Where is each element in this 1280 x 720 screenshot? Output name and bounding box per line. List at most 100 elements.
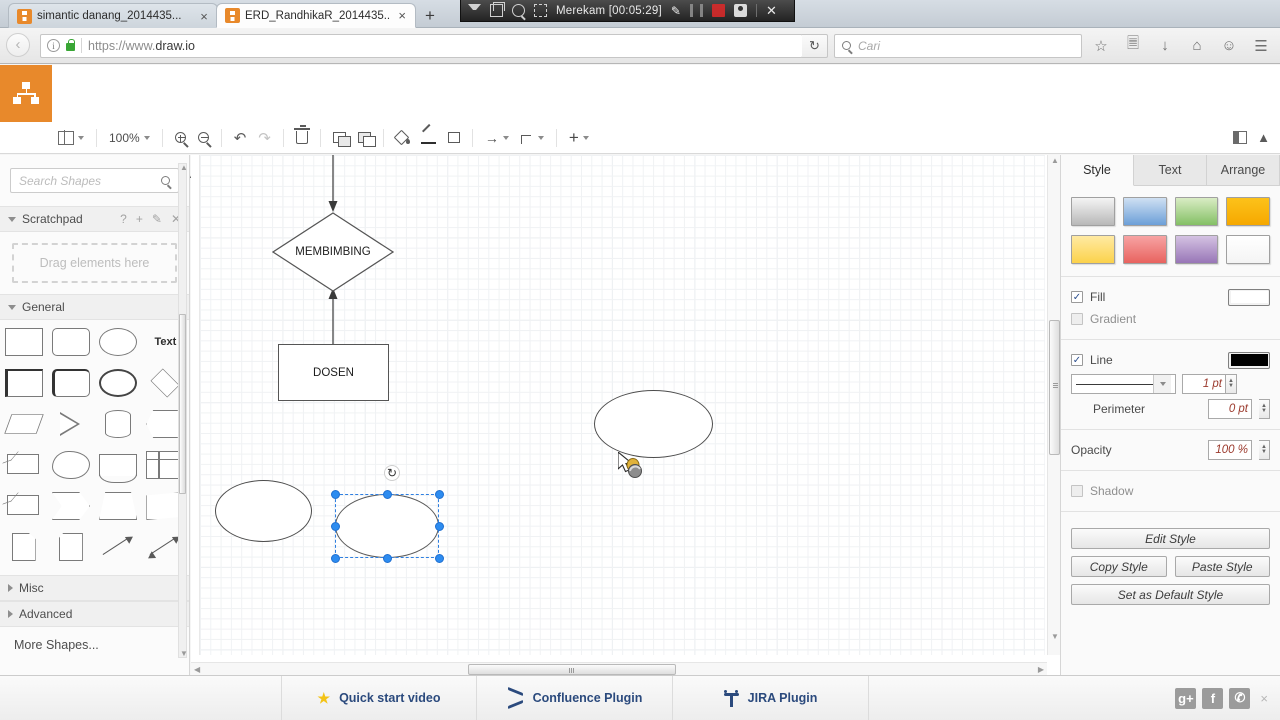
paste-style-button[interactable]: Paste Style — [1174, 556, 1270, 577]
edit-icon[interactable]: ✎ — [152, 212, 162, 226]
shape-line-arrow[interactable] — [99, 533, 137, 561]
swatch-gray[interactable] — [1071, 197, 1115, 226]
shape-arrow-shape[interactable] — [51, 492, 90, 520]
opacity-stepper[interactable]: ▲ ▼ — [1259, 440, 1270, 460]
shape-cloud[interactable] — [51, 451, 90, 479]
bookmark-star-icon[interactable]: ☆ — [1088, 33, 1114, 59]
tab-text[interactable]: Text — [1134, 155, 1207, 185]
node-membimbing[interactable]: MEMBIMBING — [272, 212, 394, 292]
node-ellipse-1[interactable] — [215, 480, 312, 542]
scroll-down-icon[interactable]: ▼ — [1051, 632, 1059, 641]
window-icon[interactable] — [490, 2, 505, 17]
opacity-input[interactable]: 100 % — [1208, 440, 1252, 460]
resize-handle-w[interactable] — [331, 522, 340, 531]
scroll-left-icon[interactable]: ◀ — [194, 665, 200, 674]
zoom-out-button[interactable] — [192, 123, 215, 153]
connection-style-button[interactable]: → — [479, 123, 515, 153]
add-icon[interactable]: + — [136, 212, 143, 226]
footer-confluence-plugin[interactable]: Confluence Plugin — [477, 676, 673, 720]
diagram-canvas-area[interactable]: MEMBIMBING DOSEN ↻ ▲ ▼ ◀ ▶ — [191, 155, 1060, 675]
scrollbar-thumb[interactable] — [179, 314, 186, 494]
scratchpad-dropzone[interactable]: Drag elements here — [12, 243, 177, 283]
line-width-stepper[interactable]: ▲ ▼ — [1226, 374, 1237, 394]
back-button[interactable]: ‹ — [6, 32, 32, 59]
library-icon[interactable]: 🗏 — [1120, 33, 1146, 59]
shape-ellipse-bold[interactable] — [99, 369, 138, 397]
footer-quick-start-video[interactable]: ★ Quick start video — [281, 676, 477, 720]
search-shapes-input[interactable]: Search Shapes — [10, 168, 179, 193]
line-color-button[interactable] — [415, 123, 442, 153]
shape-rectangle-bold[interactable] — [4, 369, 43, 397]
pages-button[interactable] — [52, 123, 90, 153]
search-icon[interactable] — [512, 4, 525, 17]
shape-page[interactable] — [5, 533, 43, 561]
scroll-up-icon[interactable]: ▲ — [180, 163, 188, 172]
google-plus-icon[interactable]: g+ — [1175, 687, 1197, 709]
canvas-horizontal-scrollbar[interactable]: ◀ ▶ — [191, 662, 1047, 675]
shadow-checkbox[interactable] — [1071, 485, 1083, 497]
copy-style-button[interactable]: Copy Style — [1071, 556, 1167, 577]
scroll-up-icon[interactable]: ▲ — [1051, 156, 1059, 165]
browser-tab-2[interactable]: ERD_RandhikaR_2014435... × — [216, 3, 416, 28]
tab-arrange[interactable]: Arrange — [1207, 155, 1280, 185]
pause-icon[interactable] — [689, 4, 703, 17]
scroll-right-icon[interactable]: ▶ — [1038, 665, 1044, 674]
new-tab-button[interactable]: + — [420, 6, 440, 26]
line-style-select[interactable] — [1071, 374, 1176, 394]
resize-handle-ne[interactable] — [435, 490, 444, 499]
resize-handle-sw[interactable] — [331, 554, 340, 563]
shape-rectangle[interactable] — [4, 328, 43, 356]
twitter-icon[interactable]: ✆ — [1229, 687, 1251, 709]
resize-handle-se[interactable] — [435, 554, 444, 563]
line-color-button[interactable] — [1228, 351, 1270, 369]
swatch-blue[interactable] — [1122, 197, 1167, 226]
home-icon[interactable]: ⌂ — [1184, 33, 1210, 59]
more-shapes-button[interactable]: More Shapes... — [0, 627, 189, 663]
close-icon[interactable]: ✕ — [766, 3, 777, 19]
camera-icon[interactable] — [733, 4, 747, 17]
zoom-dropdown[interactable]: 100% — [103, 123, 156, 153]
shape-rounded-rectangle-bold[interactable] — [51, 369, 90, 397]
caret-down-icon[interactable] — [468, 4, 481, 17]
to-back-button[interactable] — [352, 123, 377, 153]
swatch-red[interactable] — [1122, 235, 1167, 264]
node-ellipse-3[interactable] — [594, 390, 713, 458]
site-info-icon[interactable]: i — [47, 39, 60, 52]
canvas-vertical-scrollbar[interactable]: ▲ ▼ — [1047, 155, 1060, 655]
gradient-checkbox[interactable] — [1071, 313, 1083, 325]
swatch-white[interactable] — [1226, 235, 1270, 264]
shape-cube[interactable] — [5, 451, 43, 479]
sidebar-section-advanced[interactable]: Advanced — [0, 601, 189, 627]
shape-parallelogram[interactable] — [3, 410, 44, 438]
scrollbar-thumb-vertical[interactable] — [1049, 320, 1060, 455]
shape-document[interactable] — [98, 451, 138, 483]
shape-cylinder[interactable] — [99, 410, 137, 438]
tab-close-icon[interactable]: × — [197, 10, 211, 23]
undo-button[interactable]: ↶ — [228, 123, 253, 153]
line-width-input[interactable]: 1 pt — [1182, 374, 1226, 394]
fill-color-button[interactable] — [390, 123, 415, 153]
sidebar-section-misc[interactable]: Misc — [0, 575, 189, 601]
browser-tab-1[interactable]: simantic danang_2014435... × — [8, 3, 218, 28]
scratchpad-header[interactable]: Scratchpad ? + ✎ ✕ — [0, 206, 189, 232]
shape-note[interactable] — [52, 533, 90, 561]
resize-handle-n[interactable] — [383, 490, 392, 499]
swatch-yellow[interactable] — [1071, 235, 1115, 264]
swatch-purple[interactable] — [1174, 235, 1219, 264]
shape-box-3d[interactable] — [5, 492, 43, 520]
shape-trapezoid[interactable] — [99, 492, 138, 520]
perimeter-stepper[interactable]: ▲ ▼ — [1259, 399, 1270, 419]
sidebar-scrollbar[interactable]: ▲ ▼ — [178, 163, 188, 658]
shadow-button[interactable] — [442, 123, 466, 153]
delete-button[interactable] — [290, 123, 314, 153]
swatch-orange[interactable] — [1226, 197, 1270, 226]
node-dosen[interactable]: DOSEN — [278, 344, 389, 401]
set-default-style-button[interactable]: Set as Default Style — [1071, 584, 1270, 605]
record-icon[interactable] — [711, 4, 725, 17]
tab-close-icon[interactable]: × — [395, 9, 409, 22]
smiley-icon[interactable]: ☺ — [1216, 33, 1242, 59]
edit-style-button[interactable]: Edit Style — [1071, 528, 1270, 549]
scrollbar-thumb-horizontal[interactable] — [468, 664, 676, 675]
shape-rounded-rectangle[interactable] — [51, 328, 90, 356]
waypoints-button[interactable] — [515, 123, 550, 153]
